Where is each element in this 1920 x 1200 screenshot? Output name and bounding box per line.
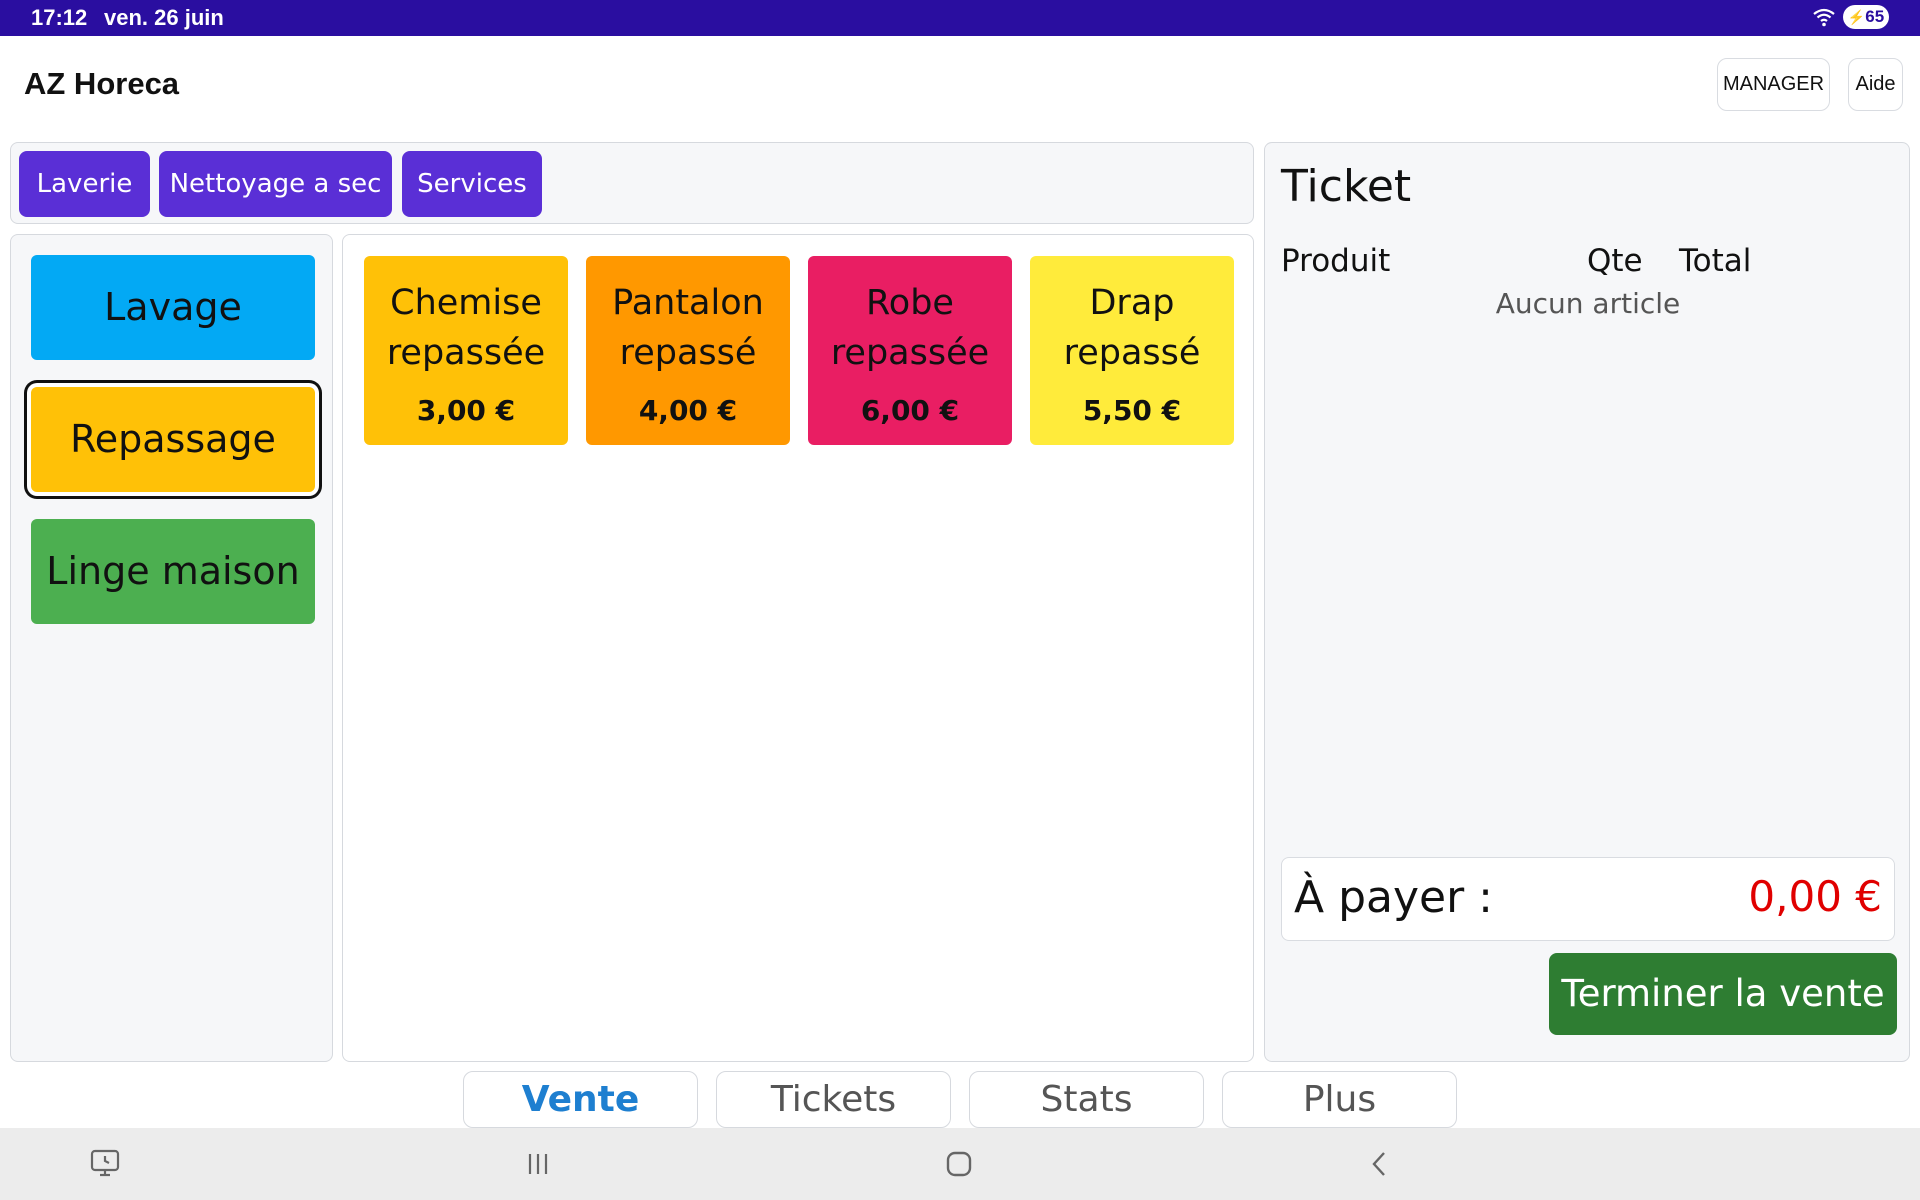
column-header-total: Total	[1679, 243, 1752, 279]
recent-screen-icon[interactable]	[88, 1146, 124, 1182]
product-name: Chemise repassée	[386, 283, 546, 373]
system-nav-bar	[0, 1128, 1920, 1200]
product-drap-repasse[interactable]: Drap repassé 5,50 €	[1030, 256, 1234, 445]
product-price: 3,00 €	[416, 394, 516, 427]
back-icon[interactable]	[1362, 1146, 1398, 1182]
product-price: 4,00 €	[638, 394, 738, 427]
ticket-title: Ticket	[1281, 161, 1412, 212]
column-header-product: Produit	[1281, 243, 1391, 279]
amount-due-label: À payer :	[1294, 872, 1493, 923]
subcategory-repassage[interactable]: Repassage	[31, 387, 315, 492]
finish-sale-button[interactable]: Terminer la vente	[1549, 953, 1897, 1035]
tab-vente[interactable]: Vente	[463, 1071, 698, 1128]
category-services[interactable]: Services	[402, 151, 542, 217]
product-pantalon-repasse[interactable]: Pantalon repassé 4,00 €	[586, 256, 790, 445]
column-header-qty: Qte	[1587, 243, 1643, 279]
wifi-icon	[1813, 8, 1835, 27]
recent-apps-icon[interactable]	[520, 1146, 556, 1182]
ticket-panel: Ticket Produit Qte Total Aucun article À…	[1264, 142, 1910, 1062]
tab-tickets[interactable]: Tickets	[716, 1071, 951, 1128]
amount-due-box: À payer : 0,00 €	[1281, 857, 1895, 941]
product-name: Robe repassée	[830, 283, 990, 373]
amount-due-value: 0,00 €	[1748, 872, 1882, 921]
help-button[interactable]: Aide	[1848, 58, 1903, 111]
tab-plus[interactable]: Plus	[1222, 1071, 1457, 1128]
product-price: 5,50 €	[1082, 394, 1182, 427]
product-robe-repassee[interactable]: Robe repassée 6,00 €	[808, 256, 1012, 445]
subcategory-lavage[interactable]: Lavage	[31, 255, 315, 360]
home-icon[interactable]	[941, 1146, 977, 1182]
battery-icon: ⚡65	[1843, 5, 1889, 29]
status-bar: 17:12 ven. 26 juin ⚡65	[0, 0, 1920, 36]
empty-ticket-message: Aucun article	[1495, 287, 1681, 320]
app-title: AZ Horeca	[24, 66, 180, 101]
product-price: 6,00 €	[860, 394, 960, 427]
product-grid: Chemise repassée 3,00 € Pantalon repassé 4…	[342, 234, 1254, 1062]
tab-stats[interactable]: Stats	[969, 1071, 1204, 1128]
status-time: 17:12	[31, 5, 88, 30]
product-chemise-repassee[interactable]: Chemise repassée 3,00 €	[364, 256, 568, 445]
product-name: Pantalon repassé	[612, 283, 764, 373]
category-laverie[interactable]: Laverie	[19, 151, 150, 217]
subcategory-linge-maison[interactable]: Linge maison	[31, 519, 315, 624]
manager-button[interactable]: MANAGER	[1717, 58, 1830, 111]
product-name: Drap repassé	[1063, 283, 1201, 373]
status-date: ven. 26 juin	[104, 5, 224, 30]
category-nettoyage-a-sec[interactable]: Nettoyage a sec	[159, 151, 392, 217]
category-bar: Laverie Nettoyage a sec Services	[10, 142, 1254, 224]
battery-level: 65	[1865, 7, 1885, 26]
subcategory-panel: Lavage Repassage Linge maison	[10, 234, 333, 1062]
